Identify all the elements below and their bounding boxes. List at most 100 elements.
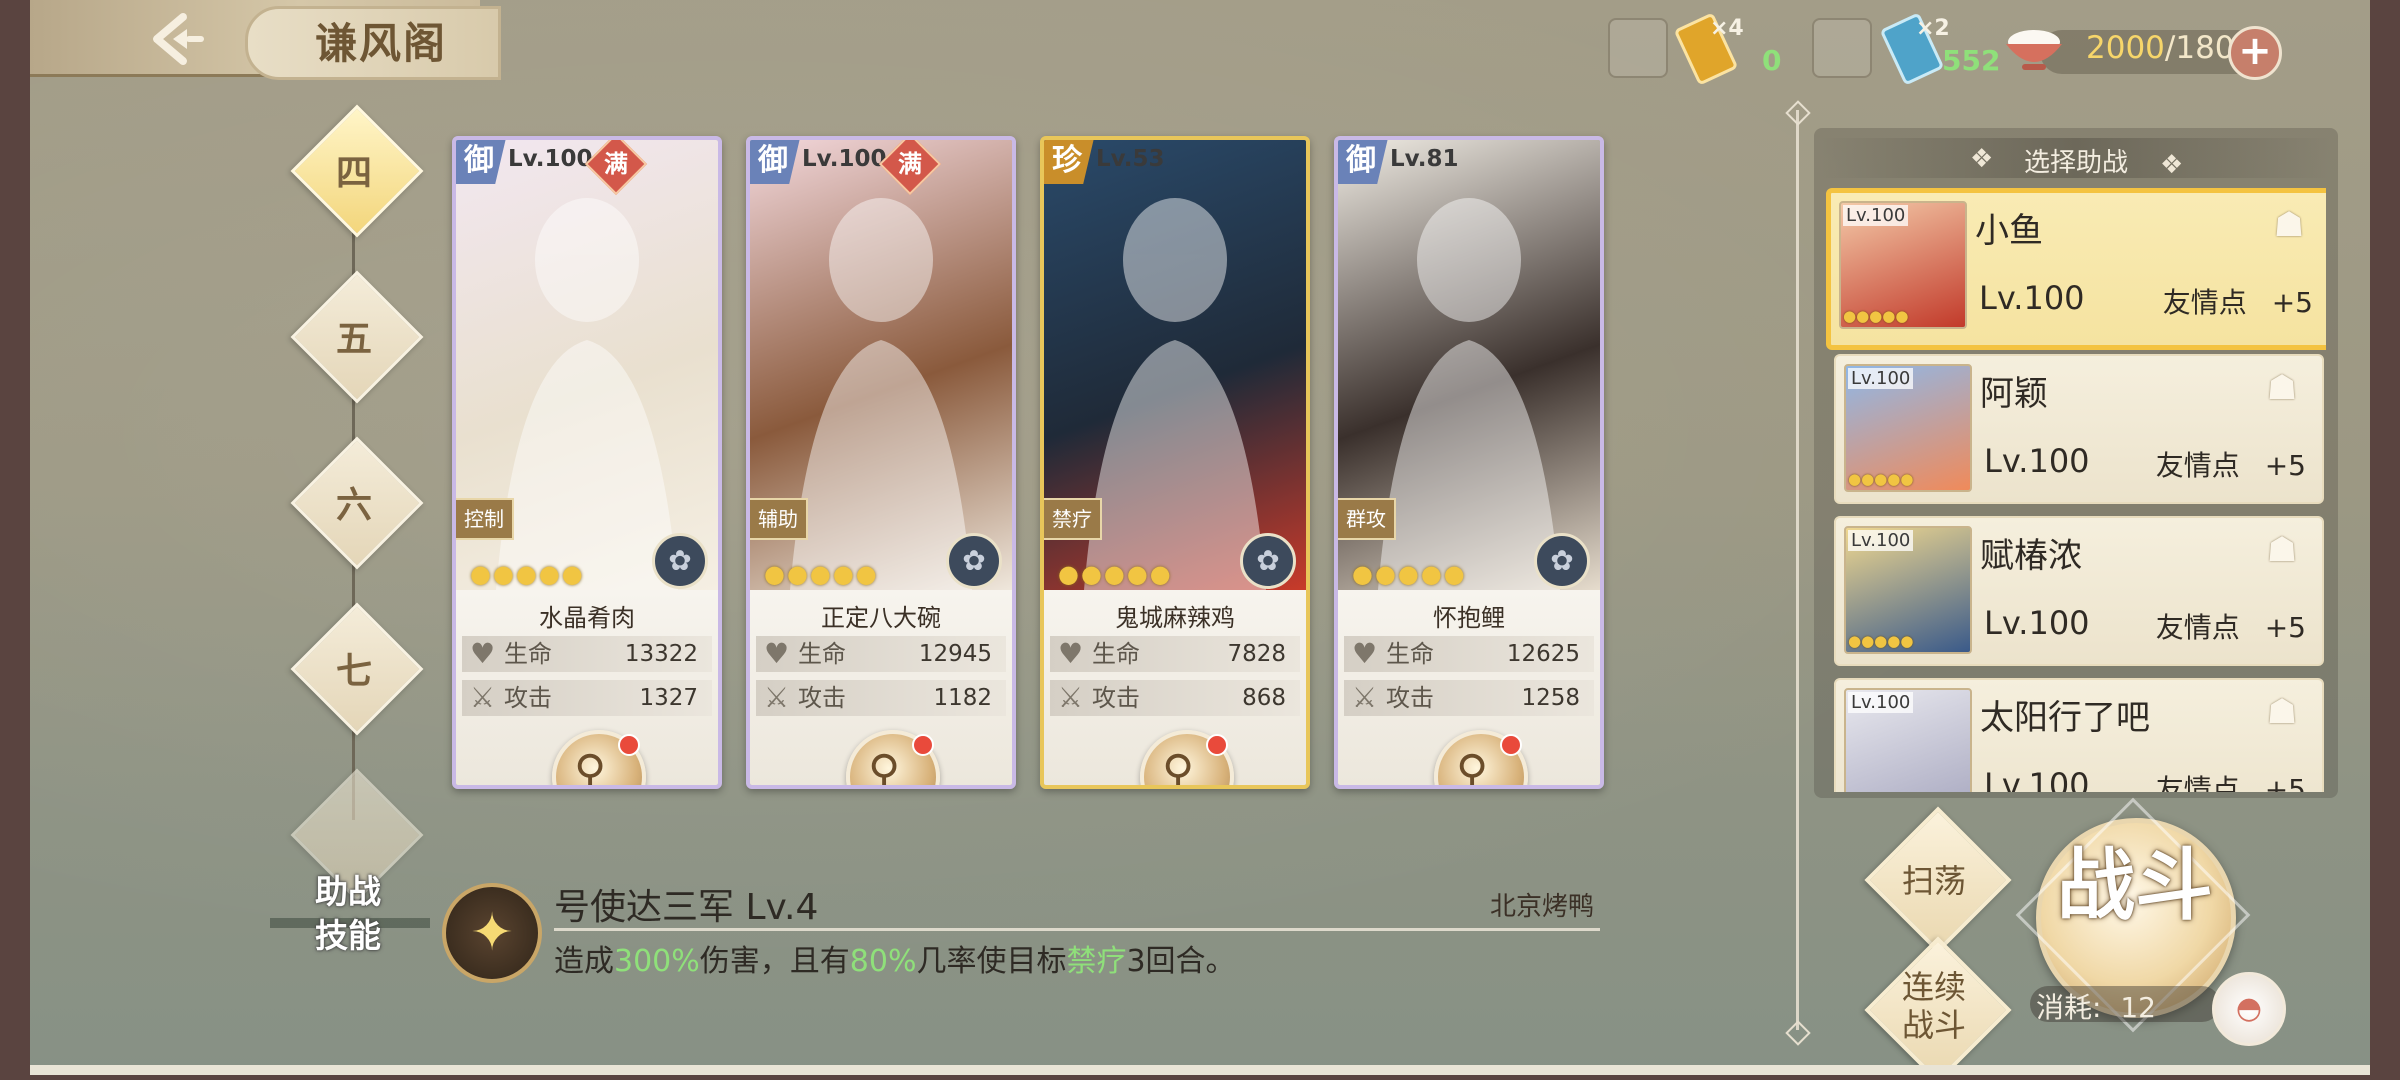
stage-6-label: 六 <box>335 484 372 526</box>
role-tag: 群攻 <box>1338 498 1396 540</box>
element-icon: ✿ <box>1534 533 1590 589</box>
sword-icon: ⚔ <box>1352 681 1378 714</box>
heart-icon: ♥ <box>764 637 790 670</box>
attack-row: ⚔ 攻击 1258 <box>1344 680 1594 716</box>
support-friend-card[interactable]: Lv.100 ●●●●● 赋椿浓 Lv.100 友情点 +5 ☗ <box>1834 516 2324 666</box>
hp-row: ♥ 生命 12945 <box>756 636 1006 672</box>
friendship-points: 友情点 +5 <box>2156 606 2306 646</box>
friend-level: Lv.100 <box>1979 279 2085 317</box>
friendship-points: 友情点 +5 <box>2156 444 2306 484</box>
star-rating: ●●●●● <box>764 560 879 588</box>
attack-value: 1258 <box>1521 685 1580 711</box>
character-card[interactable]: 珍 Lv.53 禁疗 ✿ ●●●●● 鬼城麻辣鸡 ♥ 生命 7828 ⚔ 攻击 … <box>1040 136 1310 789</box>
character-card[interactable]: 御 Lv.81 群攻 ✿ ●●●●● 怀抱鲤 ♥ 生命 12625 ⚔ 攻击 1… <box>1334 136 1604 789</box>
blue-ticket-value: 552 <box>1942 44 2001 77</box>
role-tag: 辅助 <box>750 498 808 540</box>
support-friend-card[interactable]: Lv.100 ●●●●● 小鱼 Lv.100 友情点 +5 ☗ <box>1826 188 2326 350</box>
friend-level: Lv.100 <box>1984 604 2090 642</box>
page-title: 谦风阁 <box>315 19 448 68</box>
element-icon: ✿ <box>652 533 708 589</box>
hp-value: 12625 <box>1506 641 1580 667</box>
friendship-points-label: 友情点 <box>2155 611 2240 644</box>
rice-bowl-cost-icon: ◓ <box>2212 972 2286 1046</box>
resource-slot-blue[interactable] <box>1812 18 1872 78</box>
stage-4-label: 四 <box>335 152 372 194</box>
stamina-max: /180 <box>2164 30 2235 66</box>
friend-name: 阿颖 <box>1980 374 2048 414</box>
add-friend-icon[interactable]: ☗ <box>2254 690 2310 734</box>
role-tag: 控制 <box>456 498 514 540</box>
friendship-points: 友情点 +5 <box>2163 281 2313 321</box>
element-icon: ✿ <box>1240 533 1296 589</box>
card-level: Lv.53 <box>1096 146 1165 172</box>
friend-level: Lv.100 <box>1984 442 2090 480</box>
add-stamina-button[interactable]: + <box>2228 26 2282 80</box>
sword-icon: ⚔ <box>1058 681 1084 714</box>
gold-ticket-multiplier: ×4 <box>1710 16 1744 41</box>
cost-value: 12 <box>2120 991 2156 1024</box>
friendship-points: 友情点 +5 <box>2156 768 2306 792</box>
support-skill-tag-line2: 技能 <box>315 916 381 955</box>
attack-label: 攻击 <box>798 684 846 712</box>
resource-slot-gold[interactable] <box>1608 18 1668 78</box>
attack-value: 1182 <box>933 685 992 711</box>
friend-avatar-stars: ●●●●● <box>1848 470 1914 488</box>
friendship-points-value: +5 <box>2271 286 2313 319</box>
sword-icon: ⚔ <box>470 681 496 714</box>
attack-value: 1327 <box>639 685 698 711</box>
notification-dot <box>1206 734 1228 756</box>
max-badge-text: 满 <box>898 150 922 178</box>
add-friend-icon[interactable]: ☗ <box>2261 203 2317 247</box>
friendship-points-value: +5 <box>2264 773 2306 792</box>
friend-avatar-level: Lv.100 <box>1848 692 1914 713</box>
magnifier-icon: ⚲ <box>1162 746 1195 789</box>
character-name: 鬼城麻辣鸡 <box>1115 604 1235 632</box>
magnifier-icon: ⚲ <box>574 746 607 789</box>
divider-top-ornament <box>1785 100 1811 126</box>
friendship-points-label: 友情点 <box>2155 773 2240 792</box>
hp-row: ♥ 生命 13322 <box>462 636 712 672</box>
skill-description: 造成300%伤害，且有80%几率使目标禁疗3回合。 <box>554 936 1236 980</box>
support-friend-card[interactable]: Lv.100 ●●●●● 阿颖 Lv.100 友情点 +5 ☗ <box>1834 354 2324 504</box>
friend-list[interactable]: Lv.100 ●●●●● 小鱼 Lv.100 友情点 +5 ☗ Lv.100 ●… <box>1826 188 2326 792</box>
hp-value: 12945 <box>918 641 992 667</box>
character-name: 正定八大碗 <box>821 604 941 632</box>
card-level: Lv.100 <box>508 146 593 172</box>
character-card[interactable]: 御 Lv.100 满 控制 ✿ ●●●●● 水晶肴肉 ♥ 生命 13322 ⚔ … <box>452 136 722 789</box>
cost-text: 消耗: 12 <box>2036 986 2156 1026</box>
friend-level: Lv.100 <box>1984 766 2090 792</box>
friendship-points-value: +5 <box>2264 449 2306 482</box>
heart-icon: ♥ <box>1352 637 1378 670</box>
notification-dot <box>912 734 934 756</box>
friend-avatar: Lv.100 ●●●●● <box>1844 526 1972 654</box>
friend-avatar-level: Lv.100 <box>1848 530 1914 551</box>
stage-background: 谦风阁 ×4 0 ×2 552 2000/180 + 四 五 六 七 御 Lv.… <box>30 0 2370 1075</box>
friend-avatar: Lv.100 ●●●●● <box>1839 201 1967 329</box>
blue-ticket-multiplier: ×2 <box>1916 16 1950 41</box>
attack-label: 攻击 <box>1092 684 1140 712</box>
attack-label: 攻击 <box>504 684 552 712</box>
heart-icon: ♥ <box>470 637 496 670</box>
cost-label: 消耗: <box>2036 991 2102 1024</box>
back-button[interactable] <box>118 6 238 72</box>
friend-avatar-stars: ●●●●● <box>1843 307 1909 325</box>
skill-desc-text-3: 几率使目标 <box>916 944 1067 979</box>
add-friend-icon[interactable]: ☗ <box>2254 528 2310 572</box>
friend-name: 太阳行了吧 <box>1980 698 2150 738</box>
card-level: Lv.81 <box>1390 146 1459 172</box>
character-card[interactable]: 御 Lv.100 满 辅助 ✿ ●●●●● 正定八大碗 ♥ 生命 12945 ⚔… <box>746 136 1016 789</box>
skill-owner: 北京烤鸭 <box>1490 892 1595 922</box>
add-friend-icon[interactable]: ☗ <box>2254 366 2310 410</box>
notification-dot <box>618 734 640 756</box>
back-arrow-icon <box>153 13 204 65</box>
character-name: 怀抱鲤 <box>1433 604 1505 632</box>
continuous-battle-label: 连续 战斗 <box>1864 968 2004 1044</box>
star-rating: ●●●●● <box>1352 560 1467 588</box>
continuous-battle-label-1: 连续 <box>1901 968 1966 1006</box>
support-friend-card[interactable]: Lv.100 ●●●●● 太阳行了吧 Lv.100 友情点 +5 ☗ <box>1834 678 2324 792</box>
max-badge-text: 满 <box>604 150 628 178</box>
notification-dot <box>1500 734 1522 756</box>
skill-desc-text-1: 造成 <box>554 944 614 979</box>
sweep-label: 扫荡 <box>1901 862 1966 900</box>
hp-row: ♥ 生命 7828 <box>1050 636 1300 672</box>
